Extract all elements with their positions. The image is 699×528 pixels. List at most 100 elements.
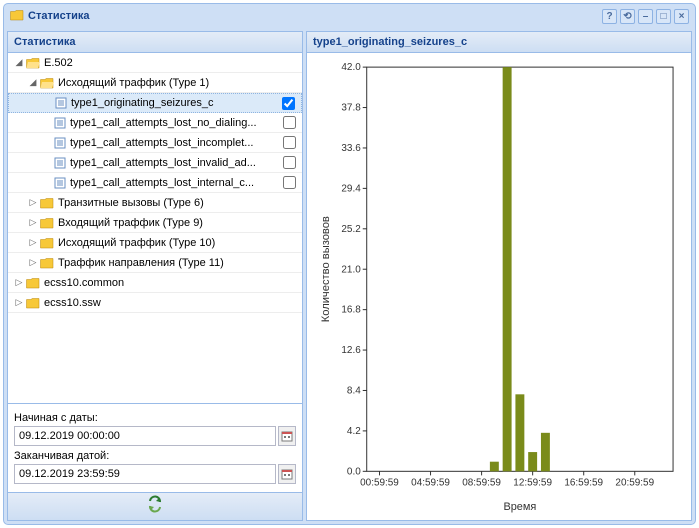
expand-icon[interactable]: ◢ [26,77,40,88]
leaf-icon [54,117,66,129]
expand-icon[interactable]: ◢ [12,57,26,68]
collapse-icon[interactable]: ▷ [26,237,40,248]
svg-text:08:59:59: 08:59:59 [462,477,501,488]
date-to-label: Заканчивая датой: [14,450,296,462]
tree-node-label: type1_call_attempts_lost_no_dialing... [70,117,280,129]
date-from-input[interactable] [14,426,276,446]
collapse-icon[interactable]: ▷ [26,217,40,228]
collapse-icon[interactable]: ▷ [12,297,26,308]
tree-node-label: type1_originating_seizures_c [71,97,279,109]
tree-node-e502[interactable]: ◢ E.502 [8,53,302,73]
tree-node-transit-type6[interactable]: ▷ Транзитные вызовы (Type 6) [8,193,302,213]
svg-text:12:59:59: 12:59:59 [513,477,552,488]
series-checkbox[interactable] [283,176,296,189]
svg-text:37.8: 37.8 [341,103,361,114]
collapse-icon[interactable]: ▷ [12,277,26,288]
stats-tree[interactable]: ◢ E.502 ◢ Исходящий траффик (Type 1) typ… [8,53,302,403]
maximize-button[interactable]: □ [656,9,671,24]
tree-node-label: Входящий траффик (Type 9) [58,217,280,229]
tree-node-incoming-type9[interactable]: ▷ Входящий траффик (Type 9) [8,213,302,233]
leaf-icon [54,177,66,189]
svg-text:21.0: 21.0 [341,264,361,275]
window-title: Статистика [28,10,90,22]
folder-open-icon [26,57,40,69]
calendar-icon [281,430,293,442]
tree-node-label: Исходящий траффик (Type 10) [58,237,280,249]
minimize-button[interactable]: – [638,9,653,24]
tree-node-label: ecss10.ssw [44,297,280,309]
tree-node-label: Исходящий траффик (Type 1) [58,77,280,89]
chart-svg: 0.0 4.2 8.4 12.6 16.8 21.0 25.2 29.4 33.6 37.8 42.… [315,59,683,516]
svg-text:4.2: 4.2 [347,426,361,437]
date-range-panel: Начиная с даты: Заканчивая датой: [8,403,302,492]
leaf-icon [55,97,67,109]
chart-panel: type1_originating_seizures_c 0.0 4.2 8.4 12… [306,31,692,521]
help-button[interactable]: ? [602,9,617,24]
series-checkbox[interactable] [282,97,295,110]
series-checkbox[interactable] [283,156,296,169]
tree-leaf-no-dialing[interactable]: type1_call_attempts_lost_no_dialing... [8,113,302,133]
tree-node-label: type1_call_attempts_lost_internal_c... [70,177,280,189]
svg-text:12.6: 12.6 [341,345,361,356]
close-button[interactable]: × [674,9,689,24]
stats-window: Статистика ? ⟲ – □ × Статистика ◢ E.502 [3,3,696,525]
svg-text:8.4: 8.4 [347,385,361,396]
series-checkbox[interactable] [283,116,296,129]
folder-icon [26,277,40,289]
tree-leaf-incomplete[interactable]: type1_call_attempts_lost_incomplet... [8,133,302,153]
tree-node-label: E.502 [44,57,280,69]
refresh-toolbar [8,492,302,520]
svg-text:33.6: 33.6 [341,143,361,154]
date-to-picker-button[interactable] [278,464,296,484]
tree-node-label: Траффик направления (Type 11) [58,257,280,269]
svg-text:00:59:59: 00:59:59 [360,477,399,488]
svg-text:42.0: 42.0 [341,62,361,73]
svg-text:25.2: 25.2 [341,224,361,235]
tree-leaf-invalid-addr[interactable]: type1_call_attempts_lost_invalid_ad... [8,153,302,173]
tree-node-ecss10-ssw[interactable]: ▷ ecss10.ssw [8,293,302,313]
leaf-icon [54,157,66,169]
svg-text:20:59:59: 20:59:59 [615,477,654,488]
svg-text:16:59:59: 16:59:59 [564,477,603,488]
svg-text:0.0: 0.0 [347,466,361,477]
leaf-icon [54,137,66,149]
folder-icon [10,9,24,24]
series-checkbox[interactable] [283,136,296,149]
svg-text:29.4: 29.4 [341,183,361,194]
window-titlebar: Статистика ? ⟲ – □ × [4,4,695,28]
sidebar-header: Статистика [8,32,302,53]
tree-node-ecss10-common[interactable]: ▷ ecss10.common [8,273,302,293]
tree-node-outgoing-type10[interactable]: ▷ Исходящий траффик (Type 10) [8,233,302,253]
folder-icon [40,237,54,249]
sidebar-panel: Статистика ◢ E.502 ◢ Исходящий траффик (… [7,31,303,521]
date-from-label: Начиная с даты: [14,412,296,424]
refresh-window-button[interactable]: ⟲ [620,9,635,24]
tree-node-direction-type11[interactable]: ▷ Траффик направления (Type 11) [8,253,302,273]
chart-area: 0.0 4.2 8.4 12.6 16.8 21.0 25.2 29.4 33.6 37.8 42.… [307,53,691,520]
svg-text:Время: Время [503,501,536,513]
collapse-icon[interactable]: ▷ [26,197,40,208]
folder-icon [40,257,54,269]
calendar-icon [281,468,293,480]
folder-icon [40,217,54,229]
tree-node-label: type1_call_attempts_lost_incomplet... [70,137,280,149]
folder-icon [40,197,54,209]
svg-text:16.8: 16.8 [341,305,361,316]
tree-node-outgoing-type1[interactable]: ◢ Исходящий траффик (Type 1) [8,73,302,93]
svg-text:Количество вызовов: Количество вызовов [320,216,332,322]
tree-node-label: type1_call_attempts_lost_invalid_ad... [70,157,280,169]
date-from-picker-button[interactable] [278,426,296,446]
tree-node-label: ecss10.common [44,277,280,289]
window-button-group: ? ⟲ – □ × [602,9,689,24]
svg-text:04:59:59: 04:59:59 [411,477,450,488]
tree-leaf-originating-seizures[interactable]: type1_originating_seizures_c [8,93,302,113]
folder-icon [26,297,40,309]
refresh-button[interactable] [146,495,164,518]
refresh-icon [146,495,164,513]
folder-open-icon [40,77,54,89]
tree-node-label: Транзитные вызовы (Type 6) [58,197,280,209]
date-to-input[interactable] [14,464,276,484]
chart-title: type1_originating_seizures_c [307,32,691,53]
collapse-icon[interactable]: ▷ [26,257,40,268]
tree-leaf-internal[interactable]: type1_call_attempts_lost_internal_c... [8,173,302,193]
